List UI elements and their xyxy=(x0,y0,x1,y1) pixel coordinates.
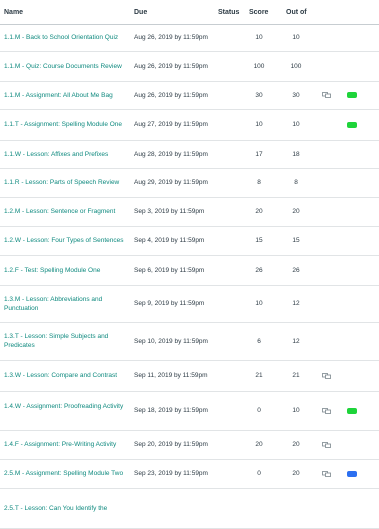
assignment-link[interactable]: 1.2.F - Test: Spelling Module One xyxy=(4,266,126,275)
assignment-link[interactable]: 2.5.T - Lesson: Can You Identify the xyxy=(4,504,126,513)
assignment-row: 1.1.R - Lesson: Parts of Speech Review Au… xyxy=(0,168,379,198)
assignment-row: 1.2.W - Lesson: Four Types of Sentences S… xyxy=(0,226,379,256)
score-value: 21 xyxy=(255,372,263,379)
comment-icon[interactable] xyxy=(322,408,331,414)
due-date: Sep 9, 2019 by 11:59pm xyxy=(134,300,205,307)
due-date: Aug 28, 2019 by 11:59pm xyxy=(134,151,208,158)
header-due: Due xyxy=(134,9,148,16)
score-value: 10 xyxy=(255,300,263,307)
due-date: Sep 11, 2019 by 11:59pm xyxy=(134,372,208,379)
assignment-link[interactable]: 1.1.R - Lesson: Parts of Speech Review xyxy=(4,178,126,187)
assignment-row: 1.3.T - Lesson: Simple Subjects and Pred… xyxy=(0,322,379,361)
assignment-link[interactable]: 1.3.M - Lesson: Abbreviations and Punctu… xyxy=(4,295,126,313)
due-date: Sep 6, 2019 by 11:59pm xyxy=(134,267,205,274)
due-date: Aug 26, 2019 by 11:59pm xyxy=(134,34,208,41)
score-value: 0 xyxy=(257,470,261,477)
assignment-row: 1.4.W - Assignment: Proofreading Activit… xyxy=(0,391,379,431)
score-value: 17 xyxy=(255,151,263,158)
comment-icon[interactable] xyxy=(322,373,331,379)
header-name: Name xyxy=(4,9,24,16)
assignment-link[interactable]: 1.1.W - Lesson: Affixes and Prefixes xyxy=(4,150,126,159)
assignment-row: 1.3.W - Lesson: Compare and Contrast Sep … xyxy=(0,360,379,392)
assignment-row: 1.1.T - Assignment: Spelling Module One A… xyxy=(0,109,379,141)
assignment-row: 1.1.M - Assignment: All About Me Bag Aug … xyxy=(0,81,379,110)
assignment-row: 1.1.M - Back to School Orientation Quiz A… xyxy=(0,24,379,52)
header-score: Score xyxy=(249,9,269,16)
assignment-link[interactable]: 1.3.W - Lesson: Compare and Contrast xyxy=(4,371,126,380)
assignment-link[interactable]: 1.1.T - Assignment: Spelling Module One xyxy=(4,120,126,129)
assignment-link[interactable]: 1.2.W - Lesson: Four Types of Sentences xyxy=(4,236,126,245)
score-value: 8 xyxy=(257,179,261,186)
header-status: Status xyxy=(218,9,240,16)
out-of-value: 20 xyxy=(292,470,300,477)
assignment-link[interactable]: 1.1.M - Back to School Orientation Quiz xyxy=(4,33,126,42)
out-of-value: 100 xyxy=(290,63,302,70)
due-date: Sep 23, 2019 by 11:59pm xyxy=(134,470,208,477)
assignment-row: 1.3.M - Lesson: Abbreviations and Punctu… xyxy=(0,285,379,323)
comment-icon[interactable] xyxy=(322,92,331,98)
out-of-value: 20 xyxy=(292,441,300,448)
due-date: Sep 3, 2019 by 11:59pm xyxy=(134,208,205,215)
header-out-of: Out of xyxy=(286,9,307,16)
out-of-value: 18 xyxy=(292,151,300,158)
out-of-value: 30 xyxy=(292,92,300,99)
assignment-row: 1.1.W - Lesson: Affixes and Prefixes Aug … xyxy=(0,140,379,169)
comment-icon[interactable] xyxy=(322,471,331,477)
due-date: Sep 20, 2019 by 11:59pm xyxy=(134,441,208,448)
due-date: Aug 29, 2019 by 11:59pm xyxy=(134,179,208,186)
score-value: 6 xyxy=(257,338,261,345)
assignment-link[interactable]: 2.5.M - Assignment: Spelling Module Two xyxy=(4,469,126,478)
assignment-row: 2.5.T - Lesson: Can You Identify the xyxy=(0,488,379,529)
score-value: 10 xyxy=(255,121,263,128)
out-of-value: 21 xyxy=(292,372,300,379)
assignment-row: 1.1.M - Quiz: Course Documents Review Aug… xyxy=(0,51,379,82)
rubric-marker-icon[interactable] xyxy=(347,122,357,128)
due-date: Aug 26, 2019 by 11:59pm xyxy=(134,63,208,70)
assignment-link[interactable]: 1.4.W - Assignment: Proofreading Activit… xyxy=(4,402,126,411)
score-value: 20 xyxy=(255,208,263,215)
score-value: 26 xyxy=(255,267,263,274)
comment-icon[interactable] xyxy=(322,442,331,448)
out-of-value: 10 xyxy=(292,407,300,414)
out-of-value: 15 xyxy=(292,237,300,244)
assignment-link[interactable]: 1.3.T - Lesson: Simple Subjects and Pred… xyxy=(4,332,126,350)
score-value: 100 xyxy=(253,63,265,70)
grades-table-header: Name Due Status Score Out of xyxy=(0,0,379,25)
out-of-value: 10 xyxy=(292,121,300,128)
assignment-link[interactable]: 1.4.F - Assignment: Pre-Writing Activity xyxy=(4,440,126,449)
out-of-value: 10 xyxy=(292,34,300,41)
out-of-value: 12 xyxy=(292,300,300,307)
rubric-marker-icon[interactable] xyxy=(347,408,357,414)
due-date: Sep 4, 2019 by 11:59pm xyxy=(134,237,205,244)
score-value: 15 xyxy=(255,237,263,244)
score-value: 20 xyxy=(255,441,263,448)
out-of-value: 20 xyxy=(292,208,300,215)
assignment-row: 2.5.M - Assignment: Spelling Module Two S… xyxy=(0,459,379,489)
rubric-marker-icon[interactable] xyxy=(347,471,357,477)
assignment-row: 1.2.M - Lesson: Sentence or Fragment Sep … xyxy=(0,197,379,227)
due-date: Sep 10, 2019 by 11:59pm xyxy=(134,338,208,345)
due-date: Aug 26, 2019 by 11:59pm xyxy=(134,92,208,99)
score-value: 0 xyxy=(257,407,261,414)
assignment-row: 1.4.F - Assignment: Pre-Writing Activity… xyxy=(0,430,379,460)
assignment-link[interactable]: 1.2.M - Lesson: Sentence or Fragment xyxy=(4,207,126,216)
due-date: Aug 27, 2019 by 11:59pm xyxy=(134,121,208,128)
out-of-value: 26 xyxy=(292,267,300,274)
due-date: Sep 18, 2019 by 11:59pm xyxy=(134,407,208,414)
out-of-value: 8 xyxy=(294,179,298,186)
assignment-link[interactable]: 1.1.M - Quiz: Course Documents Review xyxy=(4,62,126,71)
rubric-marker-icon[interactable] xyxy=(347,92,357,98)
assignment-row: 1.2.F - Test: Spelling Module One Sep 6, … xyxy=(0,255,379,286)
score-value: 30 xyxy=(255,92,263,99)
score-value: 10 xyxy=(255,34,263,41)
out-of-value: 12 xyxy=(292,338,300,345)
assignment-link[interactable]: 1.1.M - Assignment: All About Me Bag xyxy=(4,91,126,100)
